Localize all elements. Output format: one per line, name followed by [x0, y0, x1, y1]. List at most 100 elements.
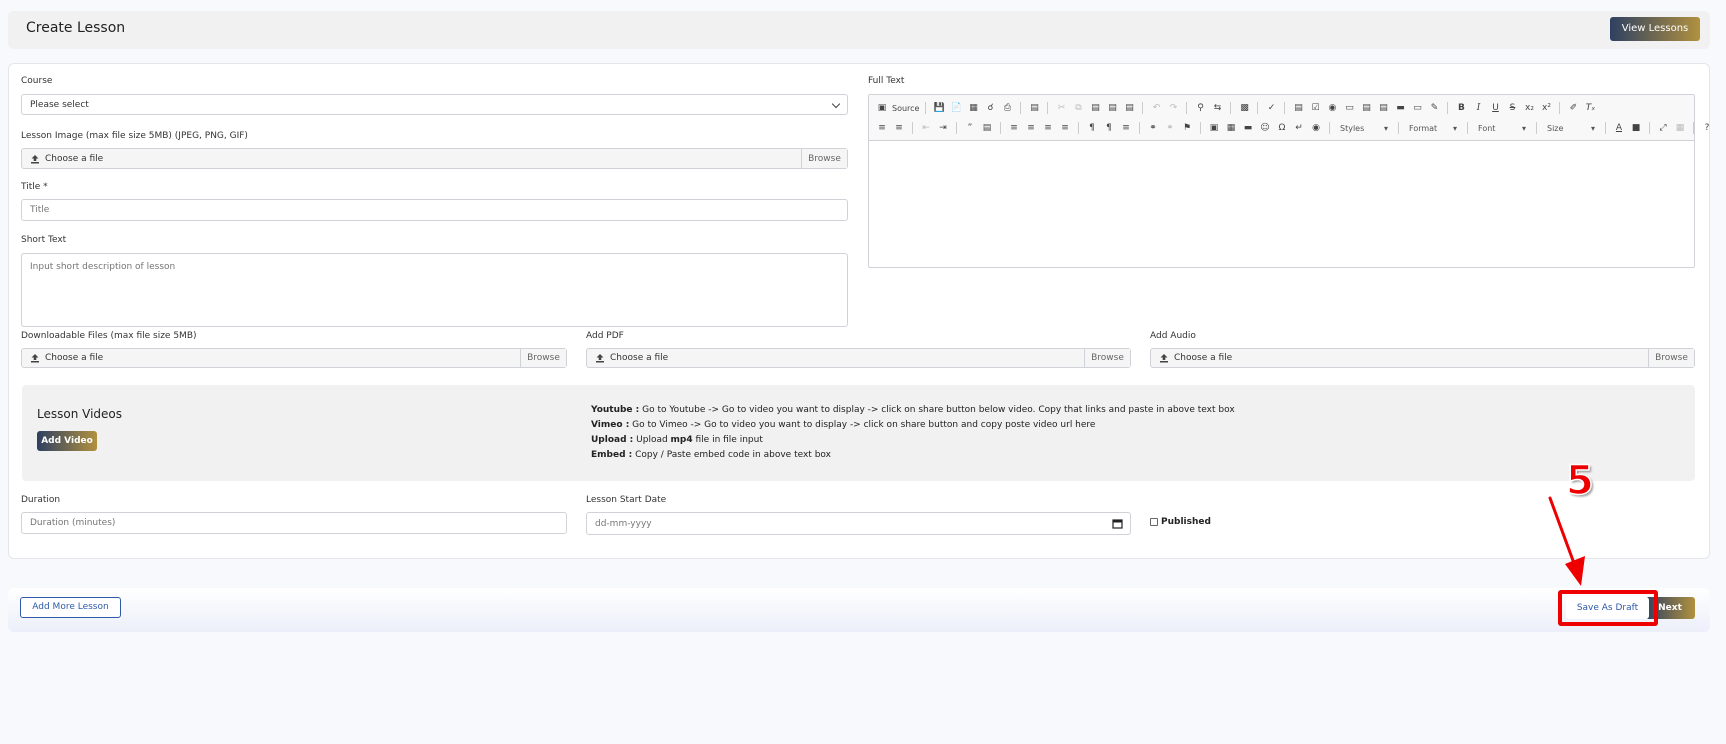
save-icon[interactable]: 💾: [932, 101, 946, 115]
strike-icon[interactable]: S: [1505, 101, 1519, 115]
published-checkbox-group[interactable]: Published: [1150, 517, 1211, 527]
align-left-icon[interactable]: ≡: [1007, 121, 1021, 135]
spellcheck-icon[interactable]: ✓: [1264, 101, 1278, 115]
align-right-icon[interactable]: ≡: [1041, 121, 1055, 135]
bold-icon[interactable]: B: [1454, 101, 1468, 115]
add-video-button[interactable]: Add Video: [37, 431, 97, 451]
align-center-icon[interactable]: ≡: [1024, 121, 1038, 135]
superscript-icon[interactable]: x²: [1539, 101, 1553, 115]
indent-icon[interactable]: ⇥: [936, 121, 950, 135]
template-icon[interactable]: ▦: [966, 101, 980, 115]
text-color-icon[interactable]: A: [1612, 121, 1626, 135]
upload-icon: [30, 154, 40, 164]
ltr-icon[interactable]: ¶: [1085, 121, 1099, 135]
outdent-icon[interactable]: ⇤: [919, 121, 933, 135]
checkbox-icon[interactable]: ☑: [1308, 101, 1322, 115]
duration-label: Duration: [21, 495, 61, 505]
find-icon[interactable]: ⚲: [1193, 101, 1207, 115]
redo-icon[interactable]: ↷: [1166, 101, 1180, 115]
youtube-help-text: Youtube : Go to Youtube -> Go to video y…: [591, 405, 1235, 415]
editor-toolbar-row-2: ≡ ≡ ⇤ ⇥ ” ▤ ≡ ≡ ≡ ≡ ¶ ¶ ≡ ⚭ ⚭ ⚑ ▣ ▦ ▬ ☺: [875, 119, 1714, 137]
table-icon[interactable]: ▦: [1224, 121, 1238, 135]
source-button[interactable]: Source: [892, 104, 919, 113]
smiley-icon[interactable]: ☺: [1258, 121, 1272, 135]
cut-icon[interactable]: ✂: [1054, 101, 1068, 115]
rtl-icon[interactable]: ¶: [1102, 121, 1116, 135]
link-icon[interactable]: ⚭: [1146, 121, 1160, 135]
paste-icon[interactable]: ▤: [1088, 101, 1102, 115]
button-field-icon[interactable]: ▬: [1393, 101, 1407, 115]
save-as-draft-button[interactable]: Save As Draft: [1566, 597, 1649, 619]
maximize-icon[interactable]: ⤢: [1656, 121, 1670, 135]
font-combo[interactable]: Font ▾: [1474, 124, 1530, 133]
choose-file-text: Choose a file: [610, 353, 669, 363]
calendar-icon[interactable]: [1112, 518, 1123, 532]
replace-icon[interactable]: ⇆: [1210, 101, 1224, 115]
lesson-videos-panel: Lesson Videos Add Video Youtube : Go to …: [22, 385, 1695, 481]
browse-button[interactable]: Browse: [1648, 349, 1694, 367]
source-icon[interactable]: ▣: [875, 101, 889, 115]
textfield-icon[interactable]: ▭: [1342, 101, 1356, 115]
select-all-icon[interactable]: ▩: [1237, 101, 1251, 115]
undo-icon[interactable]: ↶: [1149, 101, 1163, 115]
anchor-icon[interactable]: ⚑: [1180, 121, 1194, 135]
lesson-start-date-label: Lesson Start Date: [586, 495, 667, 505]
form-icon[interactable]: ▤: [1291, 101, 1305, 115]
copy-icon[interactable]: ⧉: [1071, 101, 1085, 115]
horizontal-line-icon[interactable]: ▬: [1241, 121, 1255, 135]
help-icon[interactable]: ?: [1700, 121, 1714, 135]
styles-combo[interactable]: Styles ▾: [1336, 124, 1392, 133]
footer-action-bar: [8, 588, 1710, 632]
view-lessons-button[interactable]: View Lessons: [1610, 17, 1700, 41]
paste-word-icon[interactable]: ▤: [1122, 101, 1136, 115]
copy-format-icon[interactable]: ✐: [1566, 101, 1580, 115]
published-checkbox[interactable]: [1150, 518, 1158, 526]
lesson-start-date-input[interactable]: dd-mm-yyyy: [586, 512, 1131, 535]
browse-button[interactable]: Browse: [1084, 349, 1130, 367]
title-input[interactable]: [21, 199, 848, 221]
rich-text-editor[interactable]: ▣ Source 💾 📄 ▦ ☌ ⎙ ▤ ✂ ⧉ ▤ ▤ ▤ ↶ ↷ ⚲ ⇆ ▩: [868, 94, 1709, 268]
iframe-icon[interactable]: ◉: [1309, 121, 1323, 135]
preview-icon[interactable]: ☌: [983, 101, 997, 115]
course-select[interactable]: Please select: [21, 94, 848, 115]
blockquote-icon[interactable]: ”: [963, 121, 977, 135]
language-icon[interactable]: ≡: [1119, 121, 1133, 135]
bg-color-icon[interactable]: ■: [1629, 121, 1643, 135]
lesson-image-file-input[interactable]: Choose a file Browse: [21, 148, 848, 169]
format-combo[interactable]: Format ▾: [1405, 124, 1461, 133]
new-page-icon[interactable]: 📄: [949, 101, 963, 115]
print-icon[interactable]: ⎙: [1000, 101, 1014, 115]
audio-file-input[interactable]: Choose a file Browse: [1150, 348, 1695, 368]
numbered-list-icon[interactable]: ≡: [875, 121, 889, 135]
div-container-icon[interactable]: ▤: [980, 121, 994, 135]
short-text-label: Short Text: [21, 235, 67, 245]
image-icon[interactable]: ▣: [1207, 121, 1221, 135]
show-blocks-icon[interactable]: ▦: [1673, 121, 1687, 135]
hidden-field-icon[interactable]: ✎: [1427, 101, 1441, 115]
duration-input[interactable]: [21, 512, 567, 534]
textarea-icon[interactable]: ▤: [1359, 101, 1373, 115]
radio-icon[interactable]: ◉: [1325, 101, 1339, 115]
browse-button[interactable]: Browse: [520, 349, 566, 367]
add-more-lesson-button[interactable]: Add More Lesson: [20, 597, 121, 618]
special-char-icon[interactable]: Ω: [1275, 121, 1289, 135]
bulleted-list-icon[interactable]: ≡: [892, 121, 906, 135]
underline-icon[interactable]: U: [1488, 101, 1502, 115]
paste-text-icon[interactable]: ▤: [1105, 101, 1119, 115]
downloadable-files-input[interactable]: Choose a file Browse: [21, 348, 567, 368]
select-field-icon[interactable]: ▤: [1376, 101, 1390, 115]
justify-icon[interactable]: ≡: [1058, 121, 1072, 135]
page-break-icon[interactable]: ↵: [1292, 121, 1306, 135]
italic-icon[interactable]: I: [1471, 101, 1485, 115]
subscript-icon[interactable]: x₂: [1522, 101, 1536, 115]
size-combo[interactable]: Size ▾: [1543, 124, 1599, 133]
image-button-icon[interactable]: ▭: [1410, 101, 1424, 115]
red-arrow-icon: [1548, 496, 1585, 586]
remove-format-icon[interactable]: Tₓ: [1583, 101, 1597, 115]
full-text-label: Full Text: [868, 76, 905, 86]
short-text-textarea[interactable]: [21, 253, 848, 327]
browse-button[interactable]: Browse: [801, 149, 847, 168]
templates-icon[interactable]: ▤: [1027, 101, 1041, 115]
unlink-icon[interactable]: ⚭: [1163, 121, 1177, 135]
pdf-file-input[interactable]: Choose a file Browse: [586, 348, 1131, 368]
